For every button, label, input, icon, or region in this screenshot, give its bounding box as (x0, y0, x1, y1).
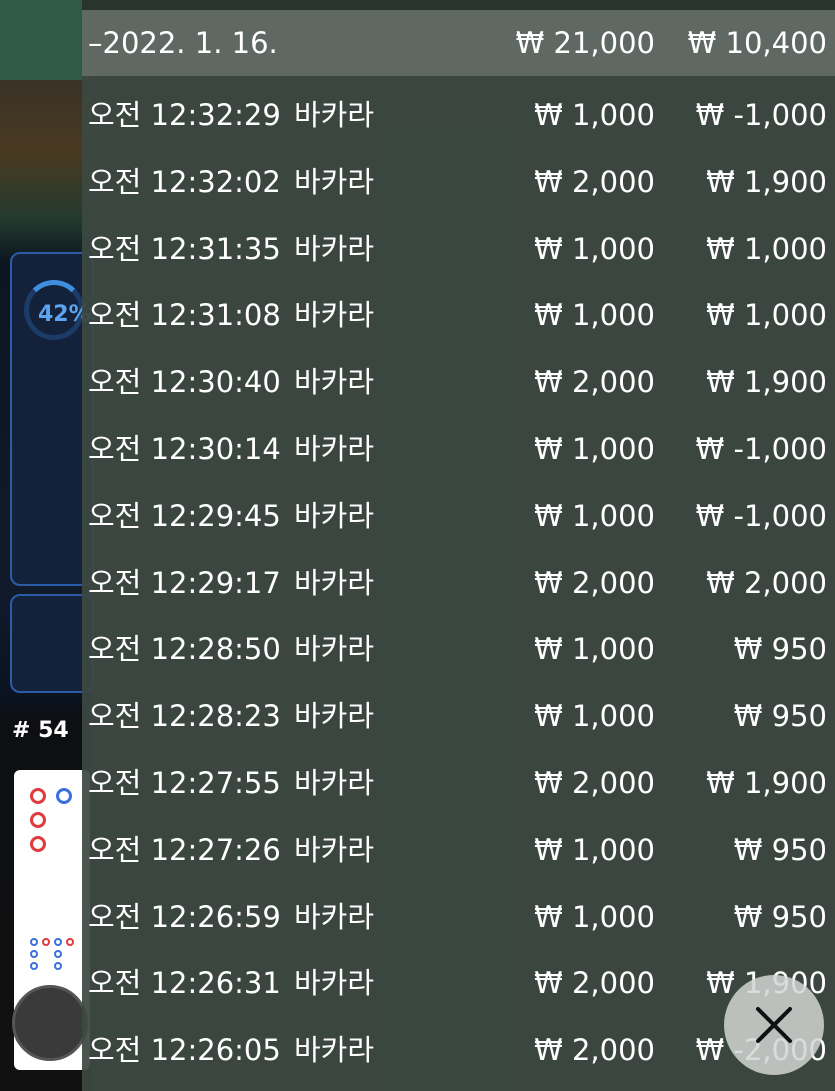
road-marker-red (30, 836, 46, 852)
row-win-amount: ₩ 950 (733, 832, 827, 867)
row-game: 바카라 (294, 231, 375, 266)
row-time: 오전 12:29:17 (88, 565, 281, 600)
history-row[interactable]: 오전 12:27:55 바카라 ₩ 2,000 ₩ 1,900 (82, 750, 835, 816)
bet-history-panel: –2022. 1. 16. ₩ 21,000 ₩ 10,400 오전 12:32… (82, 0, 835, 1091)
history-row[interactable]: 오전 12:26:05바카라₩ 2,000₩ -2,000 (82, 1017, 835, 1083)
history-row[interactable]: 오전 12:30:14 바카라 ₩ 1,000 ₩ -1,000 (82, 416, 835, 482)
round-number: # 54 (12, 718, 69, 743)
row-bet-amount: ₩ 1,000 (534, 632, 655, 667)
row-bet-amount: ₩ 1,000 (534, 231, 655, 266)
total-win: ₩ 10,400 (687, 26, 827, 60)
row-game: 바카라 (294, 365, 375, 400)
row-game: 바카라 (294, 164, 375, 199)
road-mini-marker (30, 950, 38, 958)
row-bet-amount: ₩ 2,000 (534, 1033, 655, 1068)
history-row[interactable]: 오전 12:26:59 바카라 ₩ 1,000 ₩ 950 (82, 884, 835, 950)
road-mini-marker (54, 938, 62, 946)
row-win-amount: ₩ 950 (733, 699, 827, 734)
close-button[interactable] (724, 975, 824, 1075)
row-win-amount: ₩ 1,000 (706, 231, 827, 266)
row-game: 바카라 (294, 298, 375, 333)
date-label: –2022. 1. 16. (88, 26, 278, 60)
panel-top-edge (82, 0, 835, 10)
table-felt (0, 0, 90, 80)
row-time: 오전 12:32:02 (88, 164, 281, 199)
row-time: 오전 12:30:14 (88, 432, 281, 466)
road-mini-marker (42, 938, 50, 946)
row-game: 바카라 (294, 565, 375, 600)
road-mini-marker (54, 962, 62, 970)
row-game: 바카라 (294, 699, 375, 734)
row-win-amount: ₩ 1,000 (706, 298, 827, 333)
history-row[interactable]: 오전 12:32:29 바카라 ₩ 1,000 ₩ -1,000 (82, 82, 835, 148)
row-win-amount: ₩ 1,900 (706, 164, 827, 199)
road-mini-marker (30, 938, 38, 946)
row-bet-amount: ₩ 1,000 (534, 498, 655, 533)
row-game: 바카라 (294, 832, 375, 867)
row-bet-amount: ₩ 1,000 (534, 832, 655, 867)
row-bet-amount: ₩ 1,000 (534, 899, 655, 934)
row-win-amount: ₩ 1,900 (706, 766, 827, 800)
row-bet-amount: ₩ 2,000 (534, 365, 655, 400)
row-win-amount: ₩ -1,000 (695, 432, 827, 466)
history-row[interactable]: 오전 12:31:35 바카라 ₩ 1,000 ₩ 1,000 (82, 216, 835, 282)
row-win-amount: ₩ -1,000 (695, 498, 827, 533)
row-time: 오전 12:28:50 (88, 632, 281, 667)
close-icon (756, 1007, 792, 1043)
history-row[interactable]: 오전 12:31:08 바카라 ₩ 1,000 ₩ 1,000 (82, 282, 835, 348)
history-row[interactable]: 오전 12:29:45 바카라 ₩ 1,000 ₩ -1,000 (82, 483, 835, 549)
row-win-amount: ₩ 950 (733, 899, 827, 934)
row-time: 오전 12:26:05 (88, 1033, 281, 1068)
row-bet-amount: ₩ 2,000 (534, 565, 655, 600)
chip-stack-button[interactable] (12, 985, 88, 1061)
date-summary-row[interactable]: –2022. 1. 16. ₩ 21,000 ₩ 10,400 (82, 10, 835, 76)
row-time: 오전 12:27:55 (88, 766, 281, 800)
history-row[interactable]: 오전 12:27:26 바카라 ₩ 1,000 ₩ 950 (82, 817, 835, 883)
history-row[interactable]: 오전 12:28:50 바카라 ₩ 1,000 ₩ 950 (82, 616, 835, 682)
row-game: 바카라 (294, 498, 375, 533)
row-win-amount: ₩ -1,000 (695, 98, 827, 132)
row-game: 바카라 (294, 632, 375, 667)
row-game: 바카라 (294, 966, 375, 1001)
row-win-amount: ₩ 1,900 (706, 365, 827, 400)
history-row[interactable]: 오전 12:32:02 바카라 ₩ 2,000 ₩ 1,900 (82, 149, 835, 215)
row-bet-amount: ₩ 1,000 (534, 98, 655, 132)
row-time: 오전 12:31:08 (88, 298, 281, 333)
row-game: 바카라 (294, 432, 375, 466)
history-row[interactable]: 오전 12:26:31바카라₩ 2,000₩ 1,900 (82, 950, 835, 1016)
row-bet-amount: ₩ 2,000 (534, 966, 655, 1001)
road-marker-red (30, 812, 46, 828)
road-mini-marker (54, 950, 62, 958)
row-win-amount: ₩ 2,000 (706, 565, 827, 600)
row-time: 오전 12:27:26 (88, 832, 281, 867)
row-bet-amount: ₩ 2,000 (534, 164, 655, 199)
row-time: 오전 12:26:59 (88, 899, 281, 934)
total-bet: ₩ 21,000 (515, 26, 655, 60)
row-time: 오전 12:28:23 (88, 699, 281, 734)
history-row[interactable]: 오전 12:28:23 바카라 ₩ 1,000 ₩ 950 (82, 683, 835, 749)
row-time: 오전 12:26:31 (88, 966, 281, 1001)
row-game: 바카라 (294, 766, 375, 800)
row-win-amount: ₩ 950 (733, 632, 827, 667)
road-mini-marker (66, 938, 74, 946)
row-game: 바카라 (294, 98, 375, 132)
road-marker-red (30, 788, 46, 804)
row-time: 오전 12:30:40 (88, 365, 281, 400)
row-bet-amount: ₩ 1,000 (534, 432, 655, 466)
history-row[interactable]: 오전 12:29:17 바카라 ₩ 2,000 ₩ 2,000 (82, 550, 835, 616)
row-bet-amount: ₩ 2,000 (534, 766, 655, 800)
row-bet-amount: ₩ 1,000 (534, 699, 655, 734)
road-mini-marker (30, 962, 38, 970)
row-game: 바카라 (294, 899, 375, 934)
row-time: 오전 12:31:35 (88, 231, 281, 266)
row-game: 바카라 (294, 1033, 375, 1068)
history-row[interactable]: 오전 12:30:40 바카라 ₩ 2,000 ₩ 1,900 (82, 349, 835, 415)
row-bet-amount: ₩ 1,000 (534, 298, 655, 333)
road-marker-blue (56, 788, 72, 804)
row-time: 오전 12:29:45 (88, 498, 281, 533)
row-time: 오전 12:32:29 (88, 98, 281, 132)
